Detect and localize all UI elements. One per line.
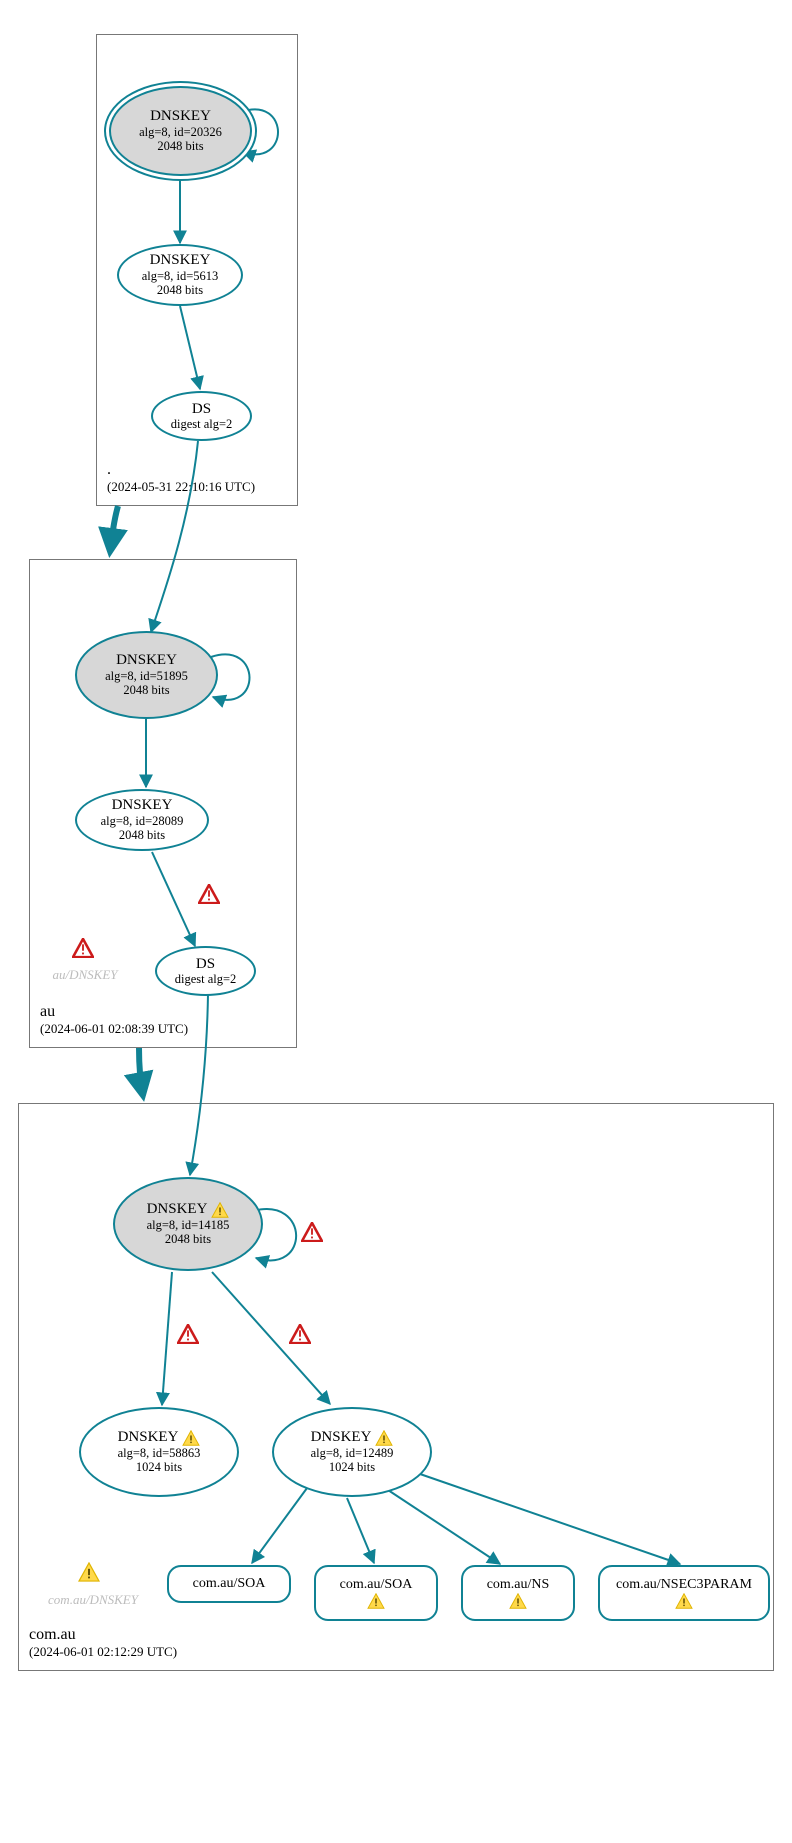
node-comau-zsk2[interactable]: DNSKEY alg=8, id=12489 1024 bits (272, 1407, 432, 1497)
alert-icon (198, 884, 220, 904)
warning-icon (367, 1593, 385, 1609)
node-root-ksk-alg: alg=8, id=20326 (139, 125, 222, 139)
node-comau-ksk-title: DNSKEY (147, 1201, 208, 1218)
node-root-zsk-alg: alg=8, id=5613 (142, 269, 219, 283)
node-root-ksk-title: DNSKEY (150, 108, 211, 125)
node-rr-nsec3param[interactable]: com.au/NSEC3PARAM (598, 1565, 770, 1621)
node-au-zsk-title: DNSKEY (112, 797, 173, 814)
node-au-ksk-alg: alg=8, id=51895 (105, 669, 188, 683)
node-comau-zsk2-bits: 1024 bits (329, 1460, 375, 1474)
node-au-ghost-label: au/DNSKEY (52, 967, 117, 983)
alert-icon (72, 938, 94, 958)
node-comau-zsk1[interactable]: DNSKEY alg=8, id=58863 1024 bits (79, 1407, 239, 1497)
node-rr-soa2-label: com.au/SOA (340, 1577, 413, 1592)
zone-root-label: . (2024-05-31 22:10:16 UTC) (107, 461, 255, 495)
warning-icon (182, 1430, 200, 1446)
alert-icon (177, 1324, 199, 1344)
alert-icon (289, 1324, 311, 1344)
edge-zone-root-to-au (110, 506, 118, 552)
zone-comau-name: com.au (29, 1626, 177, 1644)
node-root-zsk[interactable]: DNSKEY alg=8, id=5613 2048 bits (117, 244, 243, 306)
node-au-ds-title: DS (196, 956, 215, 973)
edge-zone-au-to-comau (139, 1048, 143, 1096)
node-comau-zsk2-alg: alg=8, id=12489 (311, 1446, 394, 1460)
node-rr-soa1[interactable]: com.au/SOA (167, 1565, 291, 1603)
node-root-ds[interactable]: DS digest alg=2 (151, 391, 252, 441)
zone-comau-label: com.au (2024-06-01 02:12:29 UTC) (29, 1626, 177, 1660)
node-rr-nsec3-label: com.au/NSEC3PARAM (616, 1577, 752, 1592)
node-au-zsk[interactable]: DNSKEY alg=8, id=28089 2048 bits (75, 789, 209, 851)
node-au-ksk[interactable]: DNSKEY alg=8, id=51895 2048 bits (75, 631, 218, 719)
node-comau-ghost-label: com.au/DNSKEY (48, 1592, 138, 1608)
zone-au-name: au (40, 1003, 188, 1021)
node-comau-zsk2-title-wrap: DNSKEY (311, 1429, 394, 1446)
node-comau-zsk1-title: DNSKEY (118, 1429, 179, 1446)
node-rr-ns[interactable]: com.au/NS (461, 1565, 575, 1621)
node-comau-ksk-alg: alg=8, id=14185 (147, 1218, 230, 1232)
node-comau-zsk1-title-wrap: DNSKEY (118, 1429, 201, 1446)
zone-au-label: au (2024-06-01 02:08:39 UTC) (40, 1003, 188, 1037)
node-rr-soa1-label: com.au/SOA (193, 1576, 266, 1591)
node-au-zsk-alg: alg=8, id=28089 (101, 814, 184, 828)
zone-comau-ts: (2024-06-01 02:12:29 UTC) (29, 1644, 177, 1660)
canvas: . (2024-05-31 22:10:16 UTC) au (2024-06-… (0, 0, 792, 1843)
node-rr-ns-label: com.au/NS (487, 1577, 550, 1592)
warning-icon (675, 1593, 693, 1609)
node-comau-zsk1-bits: 1024 bits (136, 1460, 182, 1474)
node-root-ksk-bits: 2048 bits (157, 139, 203, 153)
node-comau-zsk2-title: DNSKEY (311, 1429, 372, 1446)
warning-icon (211, 1202, 229, 1218)
node-root-ds-title: DS (192, 401, 211, 418)
node-au-ksk-bits: 2048 bits (123, 683, 169, 697)
node-comau-zsk1-alg: alg=8, id=58863 (118, 1446, 201, 1460)
node-comau-ksk-title-wrap: DNSKEY (147, 1201, 230, 1218)
node-au-zsk-bits: 2048 bits (119, 828, 165, 842)
node-rr-soa2[interactable]: com.au/SOA (314, 1565, 438, 1621)
node-au-ghost-dnskey: au/DNSKEY (35, 955, 135, 995)
node-root-ksk[interactable]: DNSKEY alg=8, id=20326 2048 bits (109, 86, 252, 176)
node-au-ds-alg: digest alg=2 (175, 972, 237, 986)
node-comau-ksk-bits: 2048 bits (165, 1232, 211, 1246)
node-comau-ksk[interactable]: DNSKEY alg=8, id=14185 2048 bits (113, 1177, 263, 1271)
zone-root-ts: (2024-05-31 22:10:16 UTC) (107, 479, 255, 495)
zone-au-ts: (2024-06-01 02:08:39 UTC) (40, 1021, 188, 1037)
warning-icon (375, 1430, 393, 1446)
warning-icon (509, 1593, 527, 1609)
node-root-zsk-title: DNSKEY (150, 252, 211, 269)
node-comau-ghost-dnskey: com.au/DNSKEY (28, 1580, 158, 1620)
zone-root-name: . (107, 461, 255, 479)
alert-icon (301, 1222, 323, 1242)
node-au-ds[interactable]: DS digest alg=2 (155, 946, 256, 996)
node-root-zsk-bits: 2048 bits (157, 283, 203, 297)
node-root-ds-alg: digest alg=2 (171, 417, 233, 431)
warning-icon (78, 1562, 100, 1582)
node-au-ksk-title: DNSKEY (116, 652, 177, 669)
